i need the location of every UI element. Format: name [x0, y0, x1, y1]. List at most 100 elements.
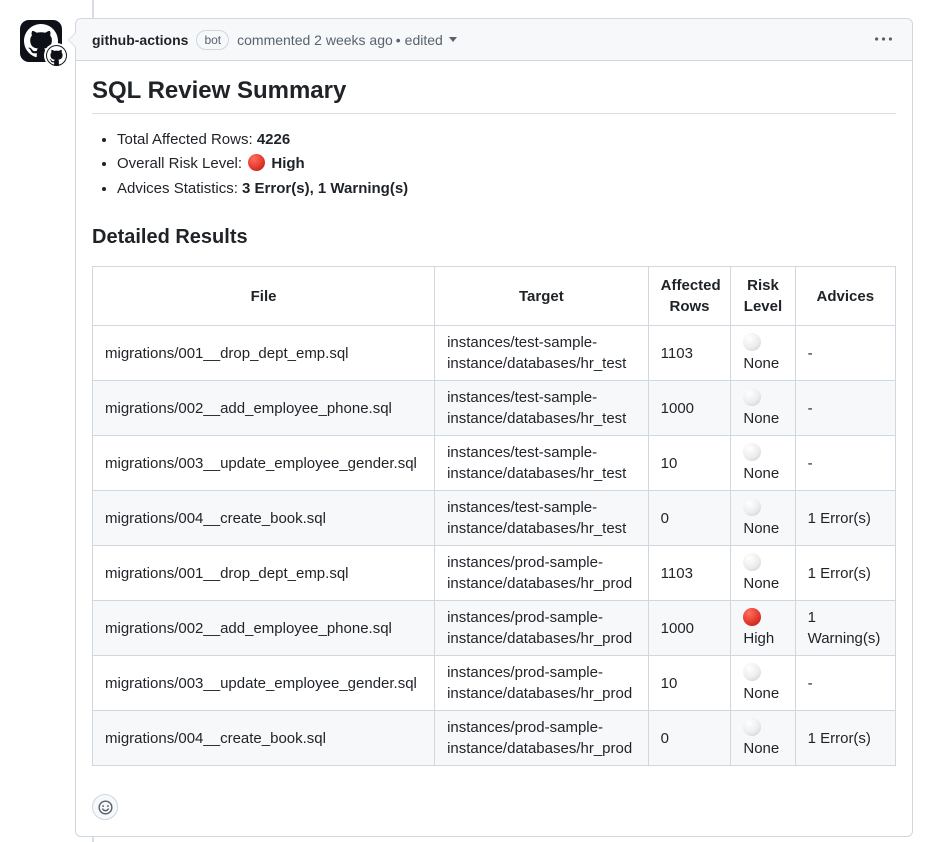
risk-level-text: None — [743, 685, 779, 702]
target-cell: instances/test-sample-instance/databases… — [435, 326, 649, 381]
risk-level-text: None — [743, 355, 779, 372]
summary-item-risk-level: Overall Risk Level: High — [117, 152, 896, 177]
advices-cell: 1 Error(s) — [795, 491, 895, 546]
risk-level-cell: None — [731, 436, 795, 491]
risk-level-cell: None — [731, 656, 795, 711]
target-cell: instances/prod-sample-instance/databases… — [435, 711, 649, 766]
advices-cell: - — [795, 381, 895, 436]
advices-cell: - — [795, 436, 895, 491]
risk-level-cell: None — [731, 326, 795, 381]
file-cell: migrations/002__add_employee_phone.sql — [93, 381, 435, 436]
comment-card: github-actions bot commented 2 weeks ago… — [75, 18, 913, 837]
octocat-icon — [47, 46, 66, 65]
risk-level-cell: None — [731, 381, 795, 436]
bot-badge: bot — [196, 30, 229, 50]
risk-circle-emoji — [743, 333, 761, 351]
target-cell: instances/prod-sample-instance/databases… — [435, 601, 649, 656]
risk-level-text: None — [743, 520, 779, 537]
risk-circle-emoji — [743, 718, 761, 736]
kebab-horizontal-icon — [875, 31, 892, 48]
avatar-bot-badge — [46, 45, 67, 66]
affected-rows-cell: 0 — [648, 711, 731, 766]
smiley-icon — [98, 800, 113, 815]
risk-level-cell: None — [731, 491, 795, 546]
github-pr-conversation: { "header": { "author": "github-actions"… — [0, 0, 930, 842]
author-link[interactable]: github-actions — [92, 32, 188, 48]
column-header-file: File — [93, 267, 435, 326]
github-actions-avatar[interactable] — [20, 20, 62, 62]
comment-header: github-actions bot commented 2 weeks ago… — [76, 19, 912, 61]
advices-cell: - — [795, 656, 895, 711]
meta-dot: • — [396, 32, 401, 48]
table-row: migrations/001__drop_dept_emp.sql instan… — [93, 546, 896, 601]
risk-level-cell: None — [731, 546, 795, 601]
risk-level-text: High — [743, 630, 774, 647]
affected-rows-cell: 10 — [648, 436, 731, 491]
comment-timestamp: commented 2 weeks ago — [237, 32, 393, 48]
table-row: migrations/002__add_employee_phone.sql i… — [93, 601, 896, 656]
target-cell: instances/prod-sample-instance/databases… — [435, 546, 649, 601]
risk-level-text: None — [743, 410, 779, 427]
affected-rows-cell: 1000 — [648, 601, 731, 656]
advices-cell: - — [795, 326, 895, 381]
table-row: migrations/003__update_employee_gender.s… — [93, 656, 896, 711]
table-row: migrations/004__create_book.sql instance… — [93, 711, 896, 766]
advices-cell: 1 Warning(s) — [795, 601, 895, 656]
risk-circle-emoji — [743, 663, 761, 681]
file-cell: migrations/004__create_book.sql — [93, 491, 435, 546]
affected-rows-cell: 1000 — [648, 381, 731, 436]
risk-level-text: None — [743, 465, 779, 482]
column-header-target: Target — [435, 267, 649, 326]
column-header-risk-level: Risk Level — [731, 267, 795, 326]
affected-rows-cell: 0 — [648, 491, 731, 546]
target-cell: instances/test-sample-instance/databases… — [435, 436, 649, 491]
target-cell: instances/test-sample-instance/databases… — [435, 491, 649, 546]
table-row: migrations/004__create_book.sql instance… — [93, 491, 896, 546]
add-reaction-button[interactable] — [92, 794, 118, 820]
comment-body: SQL Review Summary Total Affected Rows: … — [76, 61, 912, 836]
summary-title: SQL Review Summary — [92, 77, 896, 114]
summary-list: Total Affected Rows: 4226 Overall Risk L… — [92, 128, 896, 202]
risk-level-cell: None — [731, 711, 795, 766]
file-cell: migrations/003__update_employee_gender.s… — [93, 436, 435, 491]
kebab-menu-button[interactable] — [871, 27, 896, 52]
advices-cell: 1 Error(s) — [795, 546, 895, 601]
affected-rows-cell: 1103 — [648, 546, 731, 601]
file-cell: migrations/002__add_employee_phone.sql — [93, 601, 435, 656]
risk-circle-emoji — [743, 388, 761, 406]
chevron-down-icon — [449, 37, 457, 42]
results-table: File Target Affected Rows Risk Level Adv… — [92, 266, 896, 766]
risk-level-text: None — [743, 575, 779, 592]
red-circle-emoji — [248, 154, 265, 171]
summary-value: 3 Error(s), 1 Warning(s) — [242, 180, 408, 197]
summary-value: High — [271, 155, 304, 172]
risk-circle-emoji — [743, 553, 761, 571]
affected-rows-cell: 10 — [648, 656, 731, 711]
target-cell: instances/test-sample-instance/databases… — [435, 381, 649, 436]
target-cell: instances/prod-sample-instance/databases… — [435, 656, 649, 711]
risk-circle-emoji — [743, 608, 761, 626]
summary-label: Overall Risk Level: — [117, 155, 242, 172]
table-header-row: File Target Affected Rows Risk Level Adv… — [93, 267, 896, 326]
summary-label: Total Affected Rows: — [117, 131, 253, 148]
column-header-affected-rows: Affected Rows — [648, 267, 731, 326]
reactions-bar — [92, 794, 896, 820]
summary-item-total-rows: Total Affected Rows: 4226 — [117, 128, 896, 153]
edited-dropdown-button[interactable]: edited — [405, 32, 457, 48]
file-cell: migrations/004__create_book.sql — [93, 711, 435, 766]
edited-label: edited — [405, 32, 443, 48]
details-heading: Detailed Results — [92, 225, 896, 250]
file-cell: migrations/003__update_employee_gender.s… — [93, 656, 435, 711]
file-cell: migrations/001__drop_dept_emp.sql — [93, 546, 435, 601]
risk-circle-emoji — [743, 443, 761, 461]
affected-rows-cell: 1103 — [648, 326, 731, 381]
risk-level-text: None — [743, 740, 779, 757]
advices-cell: 1 Error(s) — [795, 711, 895, 766]
table-row: migrations/003__update_employee_gender.s… — [93, 436, 896, 491]
column-header-advices: Advices — [795, 267, 895, 326]
summary-label: Advices Statistics: — [117, 180, 238, 197]
table-row: migrations/002__add_employee_phone.sql i… — [93, 381, 896, 436]
risk-circle-emoji — [743, 498, 761, 516]
file-cell: migrations/001__drop_dept_emp.sql — [93, 326, 435, 381]
summary-item-advices-stats: Advices Statistics: 3 Error(s), 1 Warnin… — [117, 177, 896, 202]
